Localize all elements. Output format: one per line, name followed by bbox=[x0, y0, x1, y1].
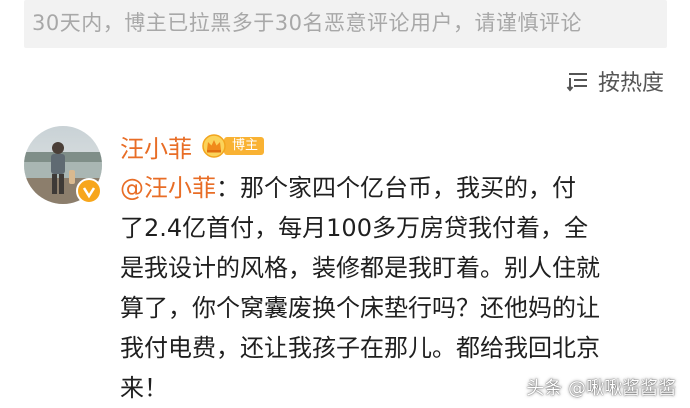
author-name[interactable]: 汪小菲 bbox=[120, 129, 192, 164]
comment-body: @汪小菲：那个家四个亿台币，我买的，付 了2.4亿首付，每月100多万房贷我付着… bbox=[120, 168, 672, 408]
comment-line-4: 算了，你个窝囊废换个床垫行吗？还他妈的让 bbox=[120, 294, 600, 322]
comment-line-2: 了2.4亿首付，每月100多万房贷我付着，全 bbox=[120, 214, 588, 242]
verified-badge-icon bbox=[76, 178, 102, 204]
author-row: 汪小菲 博主 bbox=[120, 128, 265, 164]
sort-icon bbox=[566, 69, 590, 93]
comment-line-5: 我付电费，还让我孩子在那儿。都给我回北京 bbox=[120, 334, 600, 362]
comment-line-3: 是我设计的风格，装修都是我盯着。别人住就 bbox=[120, 254, 600, 282]
blogger-tag: 博主 bbox=[224, 137, 265, 155]
comment-page: 30天内，博主已拉黑多于30名恶意评论用户，请谨慎评论 按热度 汪小菲 博主 @… bbox=[0, 0, 690, 408]
comment-text: ：那个家四个亿台币，我买的，付 bbox=[216, 174, 576, 202]
sort-label: 按热度 bbox=[597, 71, 664, 96]
blogger-badge: 博主 bbox=[202, 134, 265, 158]
watermark: 头条 @啾啾酱酱酱 bbox=[526, 378, 676, 399]
notice-bar: 30天内，博主已拉黑多于30名恶意评论用户，请谨慎评论 bbox=[24, 0, 667, 48]
mention-link[interactable]: @汪小菲 bbox=[120, 174, 216, 202]
comment-line-1: @汪小菲：那个家四个亿台币，我买的，付 bbox=[120, 168, 672, 208]
notice-text: 30天内，博主已拉黑多于30名恶意评论用户，请谨慎评论 bbox=[32, 11, 582, 35]
crown-icon bbox=[202, 134, 228, 158]
sort-by-hot-button[interactable]: 按热度 bbox=[566, 66, 664, 96]
